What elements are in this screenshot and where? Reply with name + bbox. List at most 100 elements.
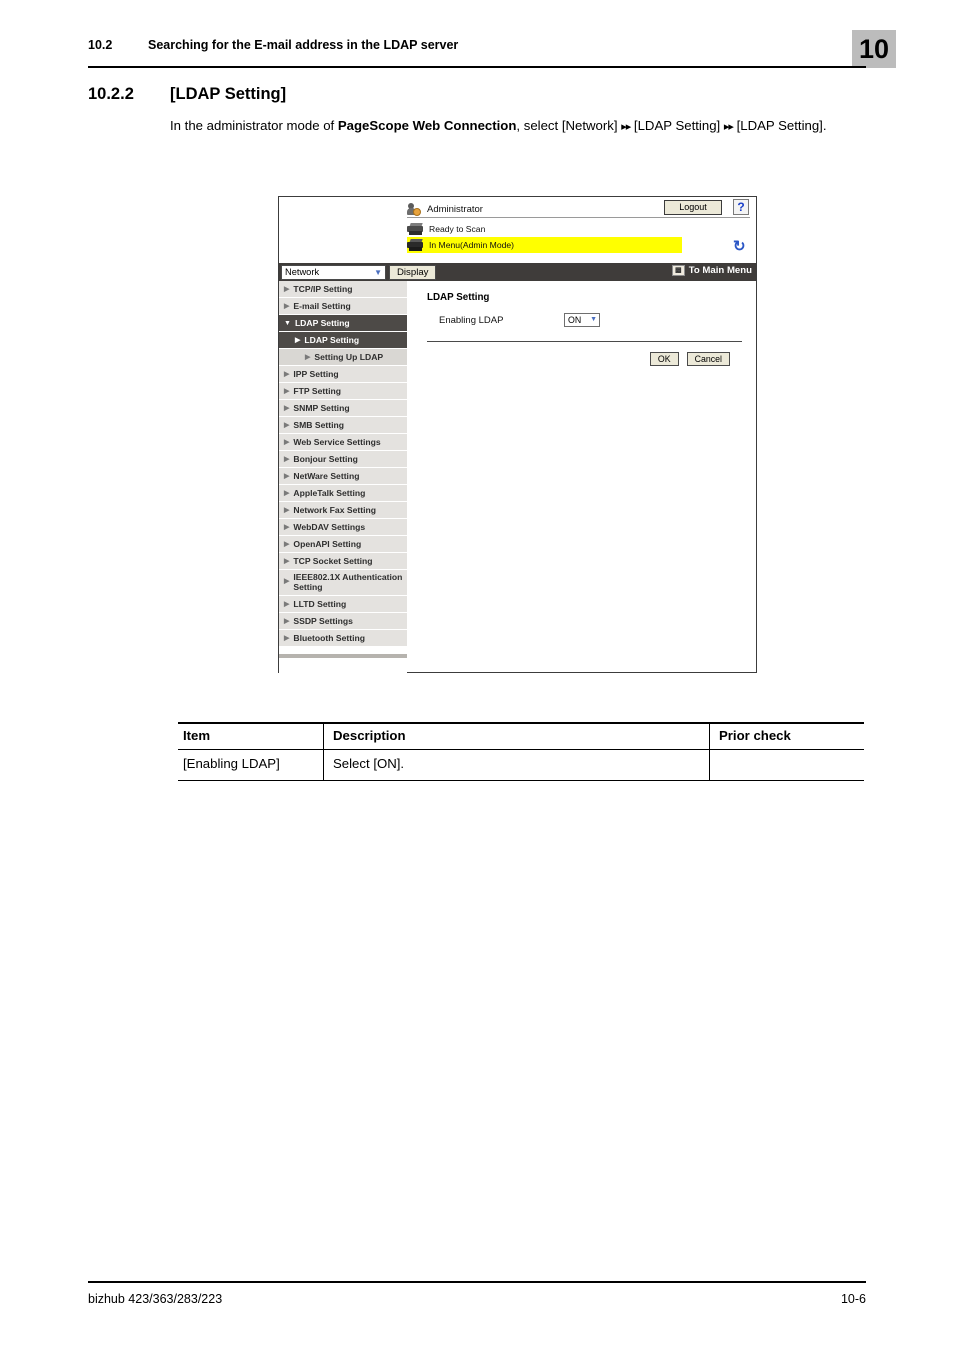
sidebar-item[interactable]: ▶ TCP Socket Setting — [279, 553, 407, 570]
section-heading: 10.2.2 [LDAP Setting] — [88, 85, 868, 104]
display-button[interactable]: Display — [389, 264, 437, 280]
triangle-right-icon: ▶ — [284, 618, 290, 625]
sidebar-item[interactable]: ▶ NetWare Setting — [279, 468, 407, 485]
spec-table: Item Description Prior check [Enabling L… — [178, 722, 864, 781]
triangle-right-icon: ▶ — [284, 286, 290, 293]
triangle-right-icon: ▶ — [284, 635, 290, 642]
sidebar-item-label: SSDP Settings — [293, 616, 353, 626]
chevron-down-icon: ▼ — [374, 267, 382, 277]
sidebar-item[interactable]: ▶ Setting Up LDAP — [279, 349, 407, 366]
triangle-right-icon: ▶ — [284, 405, 290, 412]
navigation-bar: Network ▼ Display ▩ To Main Menu — [279, 263, 756, 281]
sidebar-item-label: NetWare Setting — [293, 471, 360, 481]
enabling-ldap-value: ON — [568, 315, 582, 325]
logout-button[interactable]: Logout — [664, 200, 722, 215]
sidebar-item[interactable]: ▶ IEEE802.1X Authentication Setting — [279, 570, 407, 596]
enabling-ldap-row: Enabling LDAP ON ▼ — [427, 313, 742, 327]
menu-icon: ▩ — [671, 265, 685, 276]
administrator-icon — [407, 202, 422, 216]
sidebar-item[interactable]: ▶ FTP Setting — [279, 383, 407, 400]
triangle-right-icon: ▶ — [295, 337, 301, 344]
sidebar-item[interactable]: ▶ Web Service Settings — [279, 434, 407, 451]
enabling-ldap-select[interactable]: ON ▼ — [564, 313, 600, 327]
ok-button[interactable]: OK — [649, 352, 679, 366]
running-head-number: 10.2 — [88, 38, 113, 52]
footer-page-number: 10-6 — [840, 1292, 866, 1306]
intro-path-1: [LDAP Setting] — [630, 118, 724, 133]
cell-prior-check — [709, 750, 864, 780]
intro-paragraph: In the administrator mode of PageScope W… — [170, 116, 870, 136]
cell-description: Select [ON]. — [323, 750, 709, 780]
sidebar-item-label: LDAP Setting — [294, 318, 350, 328]
sidebar-item[interactable]: ▶ E-mail Setting — [279, 298, 407, 315]
sidebar-item-label: SNMP Setting — [293, 403, 350, 413]
column-header-item: Item — [183, 728, 211, 743]
sidebar-item-label: SMB Setting — [293, 420, 344, 430]
footer-rule — [88, 1281, 866, 1283]
category-select[interactable]: Network ▼ — [281, 264, 386, 280]
chapter-number: 10 — [858, 33, 890, 64]
triangle-right-icon: ▶ — [284, 303, 290, 310]
in-menu-admin-mode-label: In Menu(Admin Mode) — [429, 240, 515, 250]
panel-title: LDAP Setting — [427, 292, 490, 303]
sidebar-item-label: TCP/IP Setting — [293, 284, 353, 294]
path-arrow-2-icon: ▸▸ — [723, 121, 734, 133]
cancel-button[interactable]: Cancel — [686, 352, 730, 366]
scanner-icon — [407, 222, 424, 236]
sidebar-item-label: WebDAV Settings — [293, 522, 366, 532]
to-main-menu-label: To Main Menu — [688, 265, 752, 276]
triangle-right-icon: ▶ — [284, 422, 290, 429]
sidebar-item[interactable]: ▶ AppleTalk Setting — [279, 485, 407, 502]
sidebar-item[interactable]: ▶ OpenAPI Setting — [279, 536, 407, 553]
chapter-number-box: 10 — [852, 30, 896, 68]
column-header-description: Description — [323, 724, 709, 749]
to-main-menu-button[interactable]: ▩ To Main Menu — [671, 265, 752, 276]
screenshot-figure: Administrator Logout ? ↻ Ready to Scan I… — [278, 196, 757, 674]
sidebar-item-label: Web Service Settings — [293, 437, 381, 447]
sidebar-item[interactable]: ▶ Bonjour Setting — [279, 451, 407, 468]
sidebar-item-label: OpenAPI Setting — [293, 539, 362, 549]
sidebar-item[interactable]: ▶ Bluetooth Setting — [279, 630, 407, 647]
sidebar-item[interactable]: ▶ SNMP Setting — [279, 400, 407, 417]
section-number: 10.2.2 — [88, 85, 134, 103]
cell-item: [Enabling LDAP] — [183, 756, 280, 771]
sidebar-item[interactable]: ▶ SSDP Settings — [279, 613, 407, 630]
printer-icon — [407, 238, 424, 252]
triangle-down-icon: ▼ — [284, 319, 291, 327]
administrator-label: Administrator — [427, 203, 483, 215]
sidebar-item-label: LDAP Setting — [304, 335, 360, 345]
panel-divider — [427, 341, 742, 342]
sidebar-item-label: FTP Setting — [293, 386, 341, 396]
sidebar-item[interactable]: ▼ LDAP Setting — [279, 315, 407, 332]
figure-body: ▶ TCP/IP Setting ▶ E-mail Setting ▼ LDAP Sett… — [279, 281, 756, 674]
triangle-right-icon: ▶ — [284, 456, 290, 463]
sidebar-item-label: AppleTalk Setting — [293, 488, 366, 498]
triangle-right-icon: ▶ — [284, 388, 290, 395]
sidebar-item[interactable]: ▶ WebDAV Settings — [279, 519, 407, 536]
sidebar-item[interactable]: ▶ IPP Setting — [279, 366, 407, 383]
sidebar-item[interactable]: ▶ LLTD Setting — [279, 596, 407, 613]
sidebar-item[interactable]: ▶ TCP/IP Setting — [279, 281, 407, 298]
sidebar-item-label: TCP Socket Setting — [293, 556, 373, 566]
sidebar-end-rule — [279, 654, 407, 658]
settings-panel: LDAP Setting Enabling LDAP ON ▼ OK Cance… — [407, 281, 756, 674]
device-status-menu: In Menu(Admin Mode) — [407, 237, 682, 253]
intro-prefix: In the administrator mode of — [170, 118, 338, 133]
help-icon[interactable]: ? — [733, 199, 749, 215]
sidebar-item[interactable]: ▶ Network Fax Setting — [279, 502, 407, 519]
sidebar-item[interactable]: ▶ SMB Setting — [279, 417, 407, 434]
sidebar-item[interactable]: ▶ LDAP Setting — [279, 332, 407, 349]
sidebar-item-label: Bonjour Setting — [293, 454, 358, 464]
running-head: 10.2 Searching for the E-mail address in… — [88, 38, 864, 52]
ready-to-scan-label: Ready to Scan — [429, 224, 486, 234]
running-head-title: Searching for the E-mail address in the … — [148, 38, 459, 52]
triangle-right-icon: ▶ — [284, 507, 290, 514]
table-bottom-rule — [178, 780, 864, 781]
path-arrow-1-icon: ▸▸ — [621, 121, 631, 133]
triangle-right-icon: ▶ — [284, 439, 290, 446]
chevron-down-icon: ▼ — [590, 316, 597, 323]
section-title: [LDAP Setting] — [170, 85, 287, 103]
triangle-right-icon: ▶ — [284, 490, 290, 497]
sidebar-item-label: E-mail Setting — [293, 301, 351, 311]
category-select-value: Network — [285, 266, 320, 277]
